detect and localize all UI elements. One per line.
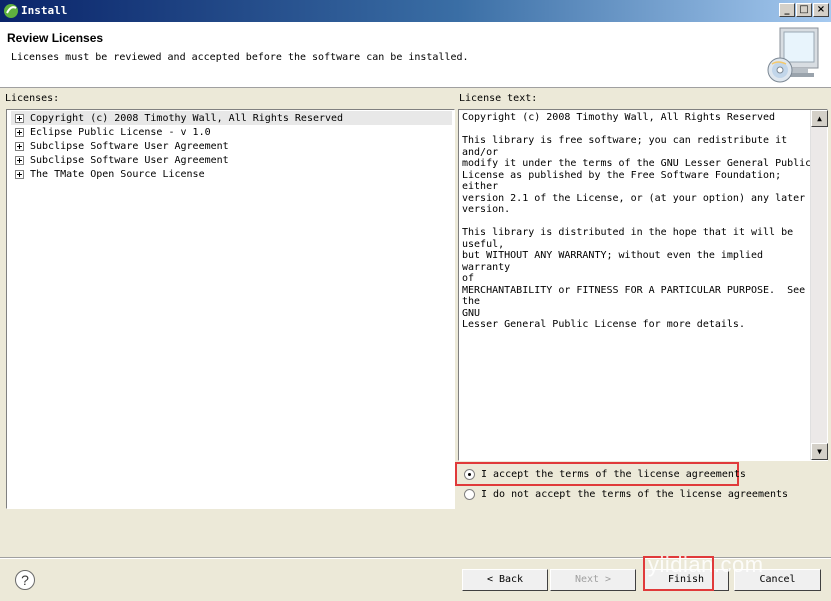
decline-option[interactable]: I do not accept the terms of the license… — [464, 489, 788, 500]
maximize-button[interactable]: □ — [796, 3, 812, 17]
cd-computer-icon — [767, 27, 819, 83]
scroll-up-button[interactable]: ▲ — [811, 110, 828, 127]
license-text-area[interactable]: Copyright (c) 2008 Timothy Wall, All Rig… — [458, 109, 828, 461]
expand-plus-icon[interactable] — [15, 113, 24, 123]
title-bar: Install _ □ × — [0, 0, 831, 22]
decline-radio[interactable] — [464, 489, 475, 500]
license-tree-item[interactable]: The TMate Open Source License — [11, 167, 454, 181]
license-tree-item[interactable]: Subclipse Software User Agreement — [11, 153, 454, 167]
license-tree-item-label: Copyright (c) 2008 Timothy Wall, All Rig… — [30, 112, 344, 124]
license-text-content: Copyright (c) 2008 Timothy Wall, All Rig… — [462, 112, 812, 330]
decline-label: I do not accept the terms of the license… — [481, 489, 789, 500]
window-title: Install — [21, 4, 68, 17]
finish-highlight — [643, 556, 714, 591]
licenses-label: Licenses: — [5, 93, 60, 104]
expand-plus-icon[interactable] — [15, 141, 24, 151]
license-tree-item-label: The TMate Open Source License — [30, 168, 205, 180]
license-tree-item-label: Subclipse Software User Agreement — [30, 140, 229, 152]
accept-radio[interactable] — [464, 469, 475, 480]
wizard-header: Review Licenses Licenses must be reviewe… — [0, 22, 831, 88]
license-tree-item[interactable]: Subclipse Software User Agreement — [11, 139, 454, 153]
cancel-button[interactable]: Cancel — [734, 569, 821, 591]
license-text-label: License text: — [459, 93, 538, 104]
minimize-button[interactable]: _ — [779, 3, 795, 17]
expand-plus-icon[interactable] — [15, 169, 24, 179]
license-tree-item-label: Subclipse Software User Agreement — [30, 154, 229, 166]
page-description: Licenses must be reviewed and accepted b… — [11, 52, 469, 63]
accept-option[interactable]: I accept the terms of the license agreem… — [464, 469, 746, 480]
license-tree-item-label: Eclipse Public License - v 1.0 — [30, 126, 211, 138]
license-text-scrollbar[interactable]: ▲ ▼ — [810, 110, 828, 460]
next-button[interactable]: Next > — [550, 569, 636, 591]
back-button[interactable]: < Back — [462, 569, 548, 591]
page-title: Review Licenses — [7, 31, 104, 45]
close-button[interactable]: × — [813, 3, 829, 17]
expand-plus-icon[interactable] — [15, 127, 24, 137]
license-tree-item[interactable]: Eclipse Public License - v 1.0 — [11, 125, 454, 139]
scroll-down-button[interactable]: ▼ — [811, 443, 828, 460]
eclipse-install-icon — [4, 4, 18, 18]
expand-plus-icon[interactable] — [15, 155, 24, 165]
help-icon[interactable]: ? — [15, 570, 35, 590]
window-controls: _ □ × — [779, 3, 829, 17]
license-tree-item[interactable]: Copyright (c) 2008 Timothy Wall, All Rig… — [11, 111, 452, 125]
accept-label: I accept the terms of the license agreem… — [481, 469, 746, 480]
licenses-tree[interactable]: Copyright (c) 2008 Timothy Wall, All Rig… — [6, 109, 455, 509]
